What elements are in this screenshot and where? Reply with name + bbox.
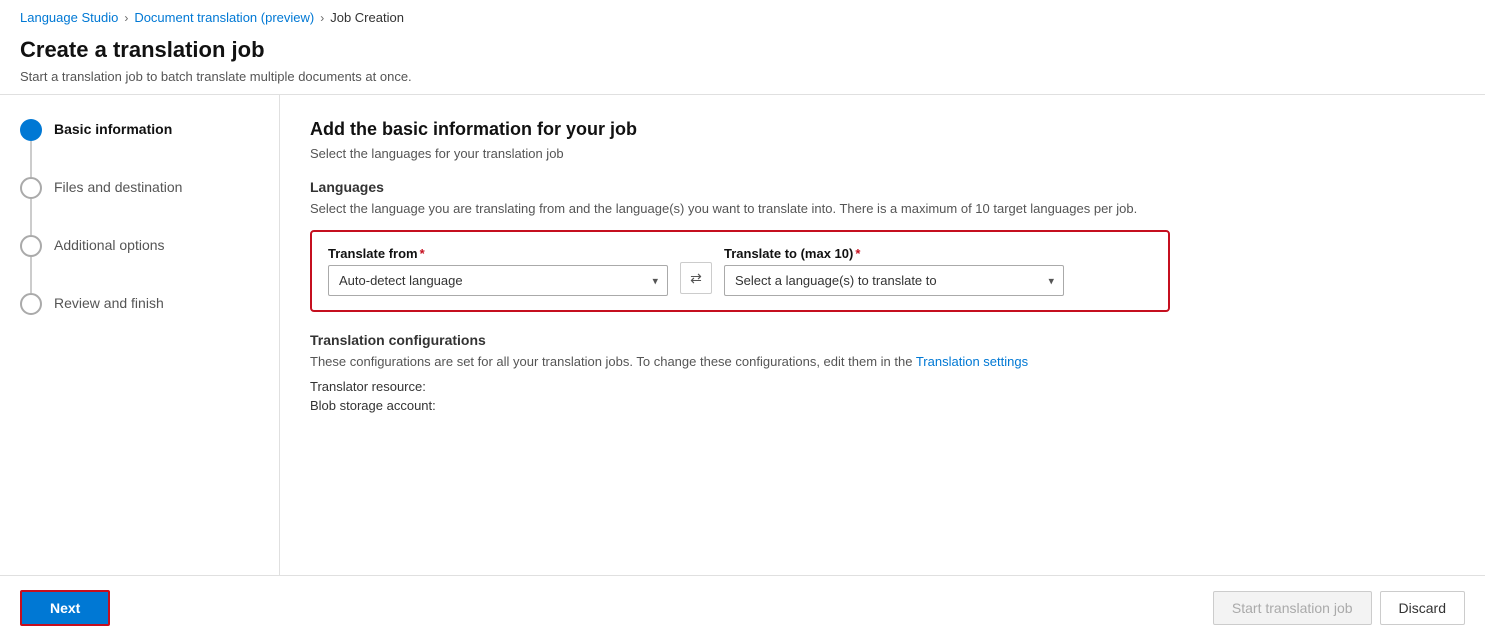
step-label-basic-info[interactable]: Basic information (54, 119, 172, 137)
translate-from-label: Translate from* (328, 246, 668, 261)
step-circle-1 (20, 119, 42, 141)
discard-button[interactable]: Discard (1380, 591, 1465, 625)
step-label-review[interactable]: Review and finish (54, 293, 164, 311)
step-line-2 (30, 199, 32, 235)
step-circle-3 (20, 235, 42, 257)
content-area: Add the basic information for your job S… (280, 95, 1485, 575)
breadcrumb-language-studio[interactable]: Language Studio (20, 10, 118, 25)
page-title: Create a translation job (20, 37, 1465, 63)
footer-left: Next (20, 590, 110, 626)
translate-to-required: * (855, 246, 860, 261)
step-line-1 (30, 141, 32, 177)
translate-from-required: * (420, 246, 425, 261)
step-circle-2 (20, 177, 42, 199)
swap-icon: ⇄ (690, 270, 702, 287)
configs-desc: These configurations are set for all you… (310, 354, 1455, 369)
translate-to-select[interactable]: Select a language(s) to translate to (724, 265, 1064, 296)
main-content: Basic information Files and destination … (0, 95, 1485, 575)
step-label-additional-options[interactable]: Additional options (54, 235, 165, 253)
step-line-3 (30, 257, 32, 293)
translate-from-group: Translate from* Auto-detect language ▾ (328, 246, 668, 296)
content-section-subtitle: Select the languages for your translatio… (310, 146, 1455, 161)
breadcrumb-job-creation: Job Creation (330, 10, 404, 25)
step-row-4: Review and finish (20, 293, 259, 315)
content-section-title: Add the basic information for your job (310, 119, 1455, 140)
step-row-2: Files and destination (20, 177, 259, 235)
translation-configs: Translation configurations These configu… (310, 332, 1455, 413)
language-selectors-box: Translate from* Auto-detect language ▾ ⇄ (310, 230, 1170, 312)
languages-section: Languages Select the language you are tr… (310, 179, 1455, 312)
breadcrumb-sep-2: › (320, 11, 324, 25)
step-connector-1 (20, 119, 42, 177)
footer-bar: Next Start translation job Discard (0, 575, 1485, 640)
translator-resource-row: Translator resource: (310, 379, 1455, 394)
footer-right: Start translation job Discard (1213, 591, 1465, 625)
step-connector-2 (20, 177, 42, 235)
breadcrumb: Language Studio › Document translation (… (0, 0, 1485, 31)
configs-desc-text: These configurations are set for all you… (310, 354, 912, 369)
translate-from-select[interactable]: Auto-detect language (328, 265, 668, 296)
configs-title: Translation configurations (310, 332, 1455, 348)
page-header: Create a translation job Start a transla… (0, 31, 1485, 95)
breadcrumb-sep-1: › (124, 11, 128, 25)
step-connector-4 (20, 293, 42, 315)
swap-languages-button[interactable]: ⇄ (680, 262, 712, 294)
translate-to-label: Translate to (max 10)* (724, 246, 1064, 261)
sidebar: Basic information Files and destination … (0, 95, 280, 575)
next-button[interactable]: Next (20, 590, 110, 626)
start-translation-button: Start translation job (1213, 591, 1372, 625)
step-label-files[interactable]: Files and destination (54, 177, 182, 195)
translate-to-select-wrapper: Select a language(s) to translate to ▾ (724, 265, 1064, 296)
page-subtitle: Start a translation job to batch transla… (20, 69, 1465, 84)
blob-storage-row: Blob storage account: (310, 398, 1455, 413)
translation-settings-link[interactable]: Translation settings (916, 354, 1028, 369)
step-circle-4 (20, 293, 42, 315)
translate-to-group: Translate to (max 10)* Select a language… (724, 246, 1064, 296)
step-row-3: Additional options (20, 235, 259, 293)
languages-desc: Select the language you are translating … (310, 201, 1455, 216)
step-connector-3 (20, 235, 42, 293)
translate-from-select-wrapper: Auto-detect language ▾ (328, 265, 668, 296)
selectors-row: Translate from* Auto-detect language ▾ ⇄ (328, 246, 1152, 296)
breadcrumb-document-translation[interactable]: Document translation (preview) (134, 10, 314, 25)
languages-label: Languages (310, 179, 1455, 195)
step-row-1: Basic information (20, 119, 259, 177)
